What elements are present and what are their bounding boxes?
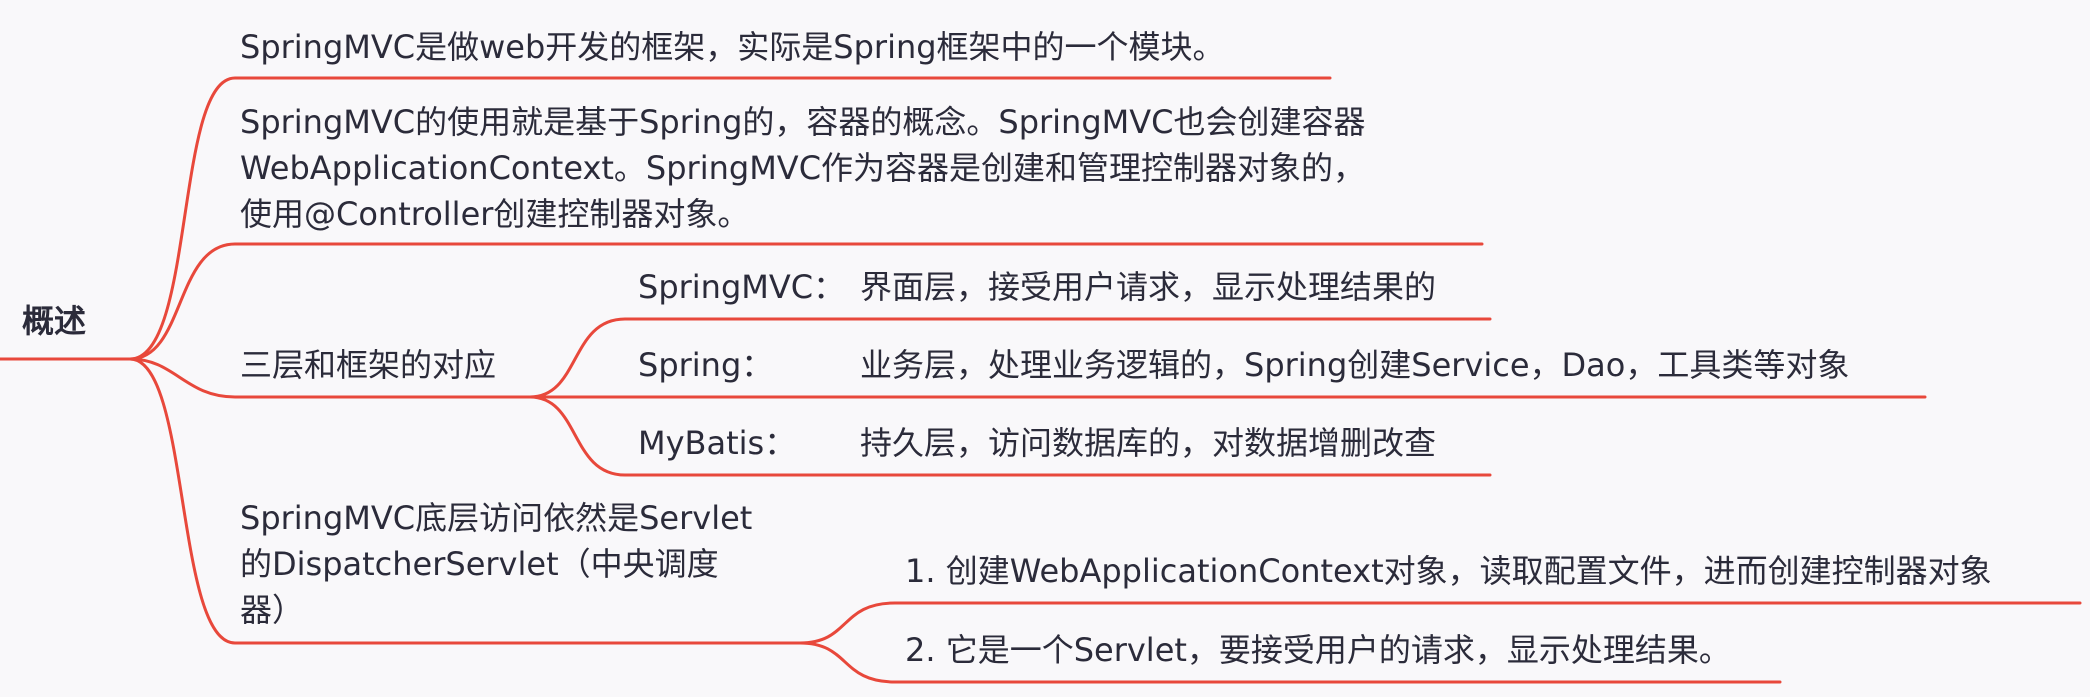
branch-4-child-1[interactable]: 1. 创建WebApplicationContext对象，读取配置文件，进而创建… <box>905 548 1992 594</box>
branch-2-line-3: 使用@Controller创建控制器对象。 <box>240 195 750 233</box>
branch-4-line-1: SpringMVC底层访问依然是Servlet <box>240 499 753 537</box>
branch-4-label[interactable]: SpringMVC底层访问依然是Servlet 的DispatcherServl… <box>240 495 752 633</box>
root-topic[interactable]: 概述 <box>22 296 86 342</box>
branch-2-line-1: SpringMVC的使用就是基于Spring的，容器的概念。SpringMVC也… <box>240 103 1366 141</box>
branch-3-child-1-name[interactable]: SpringMVC： <box>638 264 845 310</box>
branch-3-child-2-desc: 业务层，处理业务逻辑的，Spring创建Service，Dao，工具类等对象 <box>860 346 1850 384</box>
branch-3-child-2-name[interactable]: Spring： <box>638 342 773 388</box>
branch-3-child-1-desc: 界面层，接受用户请求，显示处理结果的 <box>860 268 1437 306</box>
branch-2-label[interactable]: SpringMVC的使用就是基于Spring的，容器的概念。SpringMVC也… <box>240 99 1366 237</box>
branch-3-child-3-desc: 持久层，访问数据库的，对数据增删改查 <box>860 424 1437 462</box>
branch-1-label[interactable]: SpringMVC是做web开发的框架，实际是Spring框架中的一个模块。 <box>240 24 1225 70</box>
branch-4-line-2: 的DispatcherServlet（中央调度 <box>240 545 719 583</box>
branch-3-label[interactable]: 三层和框架的对应 <box>240 342 496 388</box>
branch-4-child-2[interactable]: 2. 它是一个Servlet，要接受用户的请求，显示处理结果。 <box>905 627 1731 673</box>
branch-4-line-3: 器） <box>240 591 305 629</box>
branch-2-line-2: WebApplicationContext。SpringMVC作为容器是创建和管… <box>240 149 1366 187</box>
branch-3-child-3-name[interactable]: MyBatis： <box>638 420 796 466</box>
